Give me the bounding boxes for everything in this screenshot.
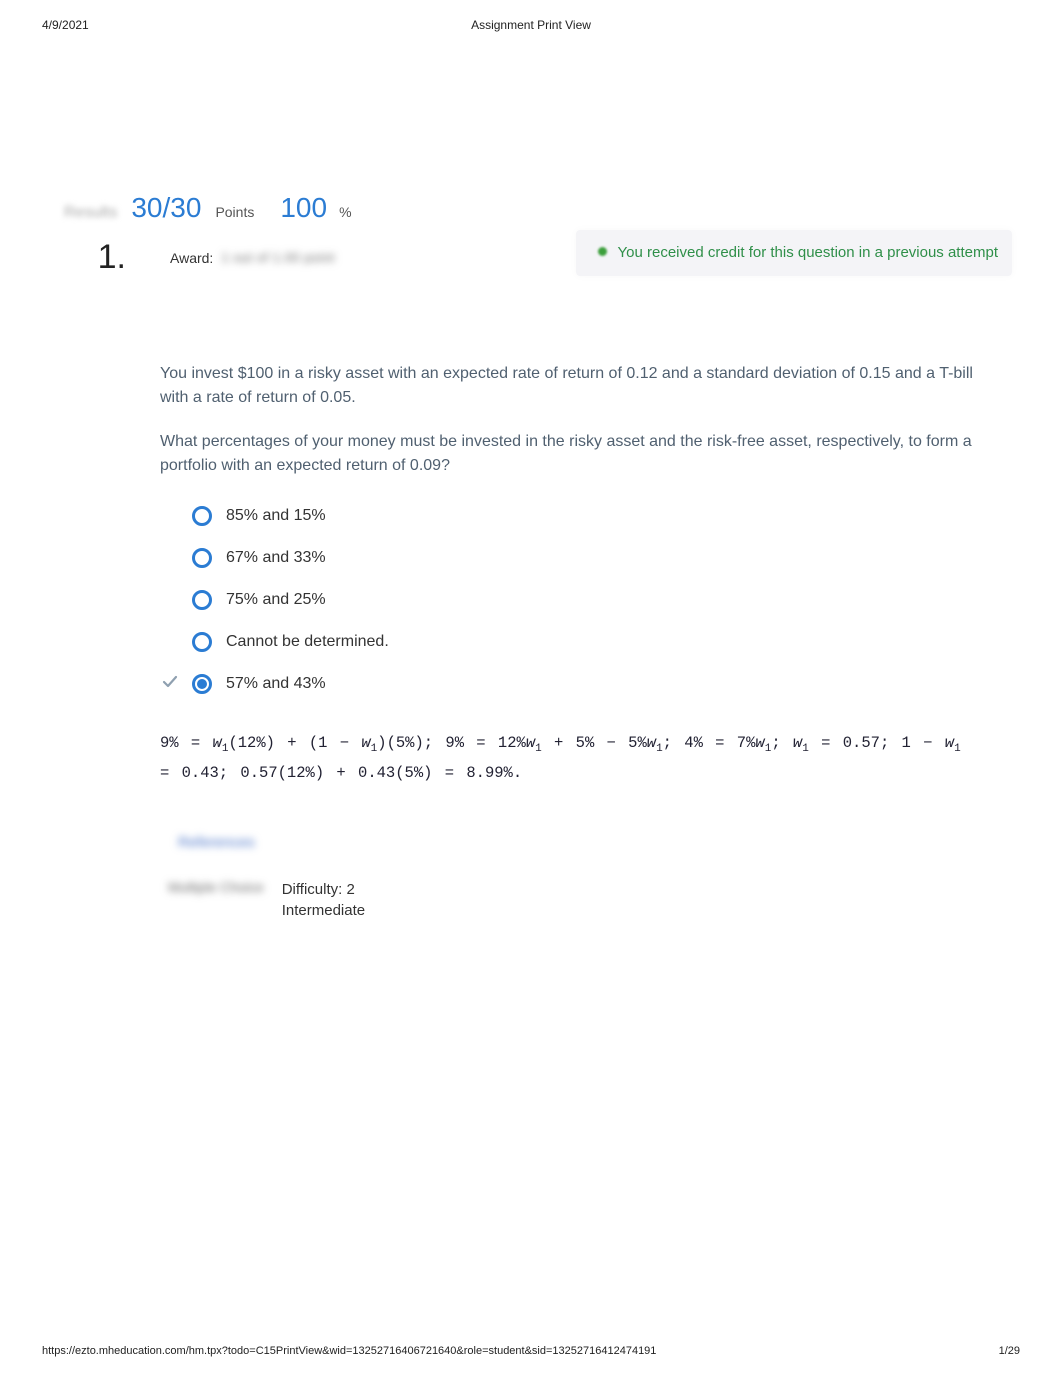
option-label: 75% and 25% — [226, 591, 326, 609]
footer-url: https://ezto.mheducation.com/hm.tpx?todo… — [42, 1345, 656, 1357]
radio-unchecked-icon[interactable] — [192, 590, 212, 610]
content: Results 30/30 Points 100 % 1. Award: 1 o… — [0, 192, 1062, 921]
print-footer: https://ezto.mheducation.com/hm.tpx?todo… — [42, 1345, 1020, 1357]
score-line: Results 30/30 Points 100 % — [56, 192, 1006, 224]
score-points-label: Points — [215, 204, 254, 220]
radio-unchecked-icon[interactable] — [192, 632, 212, 652]
option-row[interactable]: 67% and 33% — [192, 548, 1006, 568]
option-label: 67% and 33% — [226, 549, 326, 567]
checkmark-icon — [162, 674, 178, 695]
print-header: 4/9/2021 Assignment Print View — [0, 0, 1062, 32]
score-points-value: 30/30 — [131, 192, 201, 224]
question-text-2: What percentages of your money must be i… — [160, 430, 980, 478]
references-link-blurred[interactable]: References — [168, 828, 265, 857]
question-header-row: 1. Award: 1 out of 1.00 point You receiv… — [56, 238, 1006, 277]
meta-row: Multiple Choice Difficulty: 2Intermediat… — [160, 879, 1006, 921]
question-number: 1. — [56, 238, 126, 277]
option-row[interactable]: Cannot be determined. — [192, 632, 1006, 652]
print-date: 4/9/2021 — [42, 18, 89, 32]
score-percent-value: 100 — [280, 192, 327, 224]
question-body: You invest $100 in a risky asset with an… — [56, 362, 1006, 921]
option-label: 57% and 43% — [226, 675, 326, 693]
award-value-blurred: 1 out of 1.00 point — [221, 250, 335, 265]
award-label: Award: — [170, 250, 213, 266]
option-row[interactable]: 57% and 43% — [192, 674, 1006, 694]
credit-banner: You received credit for this question in… — [576, 230, 1012, 276]
question-type-blurred: Multiple Choice — [160, 879, 264, 895]
score-label-blurred: Results — [64, 204, 117, 222]
footer-page: 1/29 — [999, 1345, 1020, 1357]
radio-unchecked-icon[interactable] — [192, 548, 212, 568]
difficulty-label: Difficulty: 2Intermediate — [282, 879, 365, 921]
references-section: References — [160, 828, 1006, 857]
radio-checked-icon[interactable] — [192, 674, 212, 694]
status-dot-icon — [598, 247, 607, 256]
print-title: Assignment Print View — [471, 18, 591, 32]
question-text-1: You invest $100 in a risky asset with an… — [160, 362, 980, 410]
option-label: Cannot be determined. — [226, 633, 389, 651]
option-row[interactable]: 85% and 15% — [192, 506, 1006, 526]
radio-unchecked-icon[interactable] — [192, 506, 212, 526]
credit-message: You received credit for this question in… — [618, 244, 999, 261]
score-percent-symbol: % — [339, 204, 351, 220]
option-label: 85% and 15% — [226, 507, 326, 525]
solution-text: 9% = w1(12%) + (1 − w1)(5%); 9% = 12%w1 … — [160, 730, 980, 788]
option-row[interactable]: 75% and 25% — [192, 590, 1006, 610]
options-list: 85% and 15% 67% and 33% 75% and 25% Cann… — [192, 506, 1006, 694]
